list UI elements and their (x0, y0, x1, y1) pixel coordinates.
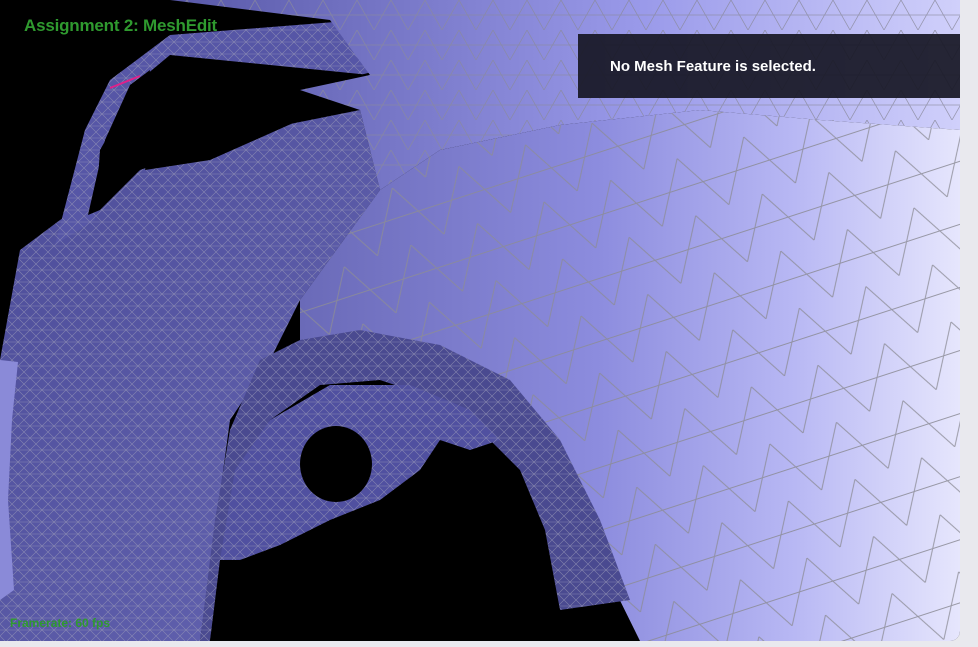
window-gutter (960, 0, 978, 647)
mount-hole (300, 426, 372, 502)
selection-info-panel: No Mesh Feature is selected. (578, 34, 960, 98)
mesh-viewport[interactable]: Assignment 2: MeshEdit No Mesh Feature i… (0, 0, 960, 641)
app-title: Assignment 2: MeshEdit (24, 16, 218, 35)
framerate-readout: Framerate: 60 fps (10, 616, 111, 630)
selection-info-text: No Mesh Feature is selected. (610, 57, 816, 75)
